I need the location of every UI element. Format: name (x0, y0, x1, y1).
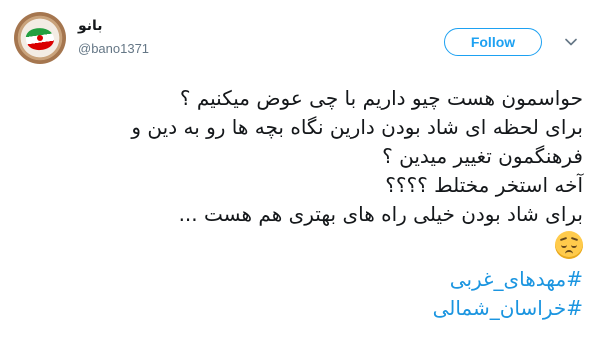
pensive-face-icon (555, 230, 583, 259)
tweet-line: برای شاد بودن خیلی راه های بهتری هم هست … (178, 202, 583, 226)
tweet-line: برای لحظه ای شاد بودن دارین نگاه بچه ها … (131, 115, 583, 139)
follow-button[interactable]: Follow (444, 28, 542, 56)
tweet-line: حواسمون هست چیو داریم با چی عوض میکنیم ؟ (179, 86, 583, 110)
emblem-icon (37, 35, 43, 41)
tweet-line: فرهنگمون تغییر میدین ؟ (382, 144, 583, 168)
chevron-down-icon[interactable] (565, 36, 577, 48)
avatar[interactable] (14, 12, 66, 64)
author-handle[interactable]: @bano1371 (78, 41, 149, 56)
tweet-text: حواسمون هست چیو داریم با چی عوض میکنیم ؟… (23, 84, 583, 323)
emoji-line (23, 229, 583, 259)
hashtag-line: #خراسان_شمالی (23, 294, 583, 323)
hashtag-link[interactable]: #مهدهای_غربی (450, 267, 583, 291)
author-display-name[interactable]: بانو (78, 18, 103, 34)
hashtag-link[interactable]: #خراسان_شمالی (433, 296, 583, 320)
tweet-line: آخه استخر مختلط ؟؟؟؟ (385, 173, 583, 197)
hashtag-line: #مهدهای_غربی (23, 265, 583, 294)
